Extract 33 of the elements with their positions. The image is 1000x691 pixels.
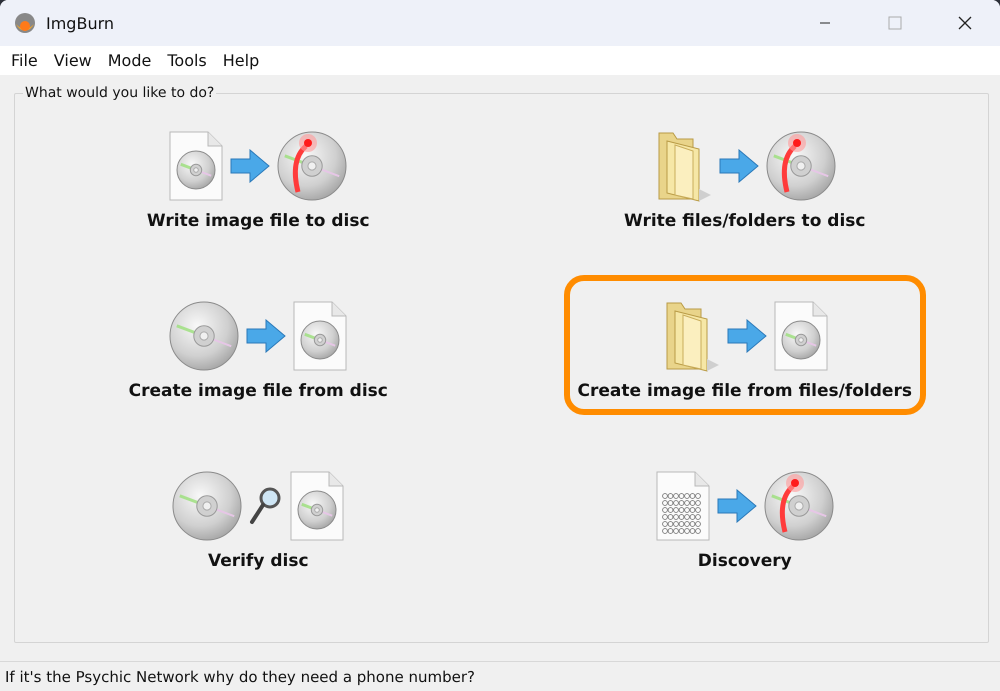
- disc-icon: [168, 300, 240, 372]
- disc-image-file-icon: [289, 470, 346, 542]
- action-button[interactable]: Discovery: [640, 445, 849, 585]
- disc-image-file-icon: [168, 130, 224, 202]
- menu-item[interactable]: Tools: [159, 51, 215, 70]
- action-button[interactable]: Write files/folders to disc: [610, 105, 880, 245]
- window-title: ImgBurn: [46, 14, 114, 32]
- group-title: What would you like to do?: [24, 85, 216, 101]
- burning-disc-icon: [762, 470, 835, 542]
- close-icon: [958, 16, 972, 30]
- arrow-icon: [726, 319, 767, 353]
- menu-item[interactable]: View: [46, 51, 100, 70]
- menu-item[interactable]: Help: [214, 51, 268, 70]
- maximize-icon: [888, 16, 902, 30]
- action-button[interactable]: Write image file to disc: [132, 105, 384, 245]
- burning-disc-icon: [764, 130, 837, 202]
- arrow-icon: [246, 319, 286, 353]
- magnifier-icon: [249, 486, 284, 526]
- arrow-icon: [716, 489, 757, 523]
- disc-image-file-icon: [772, 300, 829, 372]
- burning-disc-icon: [276, 130, 348, 202]
- action-button[interactable]: Create image file from files/folders: [564, 275, 926, 415]
- action-button[interactable]: Verify disc: [157, 445, 360, 585]
- arrow-icon: [718, 149, 759, 183]
- menu-item[interactable]: File: [3, 51, 46, 70]
- action-button[interactable]: Create image file from disc: [114, 275, 402, 415]
- disc-image-file-icon: [292, 300, 348, 372]
- arrow-icon: [230, 149, 270, 183]
- status-text: If it's the Psychic Network why do they need a phone number?: [5, 668, 475, 686]
- data-file-icon: [654, 470, 711, 542]
- disc-icon: [171, 470, 244, 542]
- app-icon: [14, 12, 36, 34]
- menu-item[interactable]: Mode: [100, 51, 160, 70]
